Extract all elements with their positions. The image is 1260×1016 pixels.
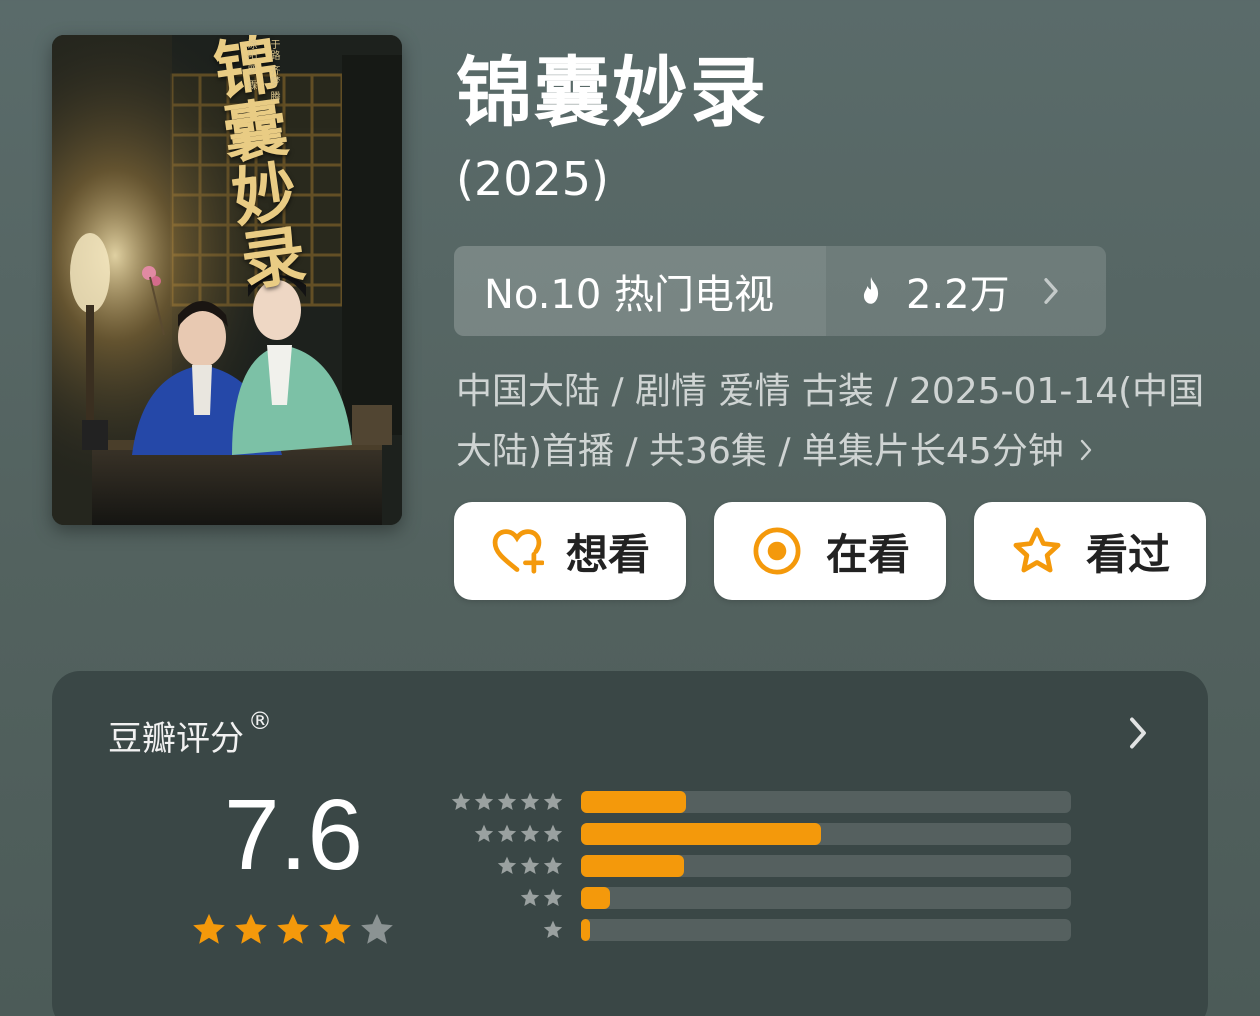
star-filled-icon <box>235 913 267 944</box>
distribution-track <box>581 791 1071 813</box>
distribution-row-1-star <box>440 919 1072 941</box>
poster-cast: 涂阳 罗 霖 于路 齐梦 腾 <box>243 39 386 102</box>
target-icon <box>753 527 801 575</box>
distribution-track <box>581 823 1071 845</box>
distribution-stars <box>542 919 564 941</box>
watching-label: 在看 <box>825 529 910 579</box>
watched-label: 看过 <box>1085 529 1170 579</box>
heat-count: 2.2万 <box>906 272 1010 318</box>
fire-icon <box>863 276 879 304</box>
distribution-bar-5-star <box>581 791 687 813</box>
star-small-icon <box>520 824 540 842</box>
star-small-icon <box>543 920 563 938</box>
star-small-icon <box>543 888 563 906</box>
distribution-bar-2-star <box>581 887 611 909</box>
movie-info-link[interactable]: 中国大陆 / 剧情 爱情 古装 / 2025-01-14(中国大陆)首播 / 共… <box>456 362 1216 482</box>
star-small-icon <box>520 888 540 906</box>
rating-score: 7.6 <box>224 779 364 891</box>
distribution-row-3-star <box>440 855 1072 877</box>
watching-button[interactable]: 在看 <box>714 502 946 600</box>
rank-label[interactable]: No.10 热门电视 <box>454 246 826 336</box>
chevron-right-icon <box>1080 439 1091 461</box>
star-small-icon <box>497 792 517 810</box>
star-small-icon <box>497 824 517 842</box>
star-filled-icon <box>319 913 351 944</box>
star-small-icon <box>520 792 540 810</box>
distribution-track <box>581 855 1071 877</box>
distribution-bar-4-star <box>581 823 822 845</box>
poster-image[interactable]: 锦囊妙录 涂阳 罗 霖 于路 齐梦 腾 <box>52 35 402 525</box>
distribution-track <box>581 919 1071 941</box>
distribution-stars <box>496 855 564 877</box>
distribution-row-5-star <box>440 791 1072 813</box>
want-to-watch-button[interactable]: 想看 <box>454 502 686 600</box>
rating-label: 豆瓣评分 ® <box>108 707 272 760</box>
poster-cast-left: 涂阳 罗 霖 <box>245 39 256 92</box>
star-small-icon <box>474 824 494 842</box>
heat-button[interactable]: 2.2万 <box>826 246 1106 336</box>
star-small-icon <box>451 792 471 810</box>
distribution-row-4-star <box>440 823 1072 845</box>
star-empty-icon <box>361 913 393 944</box>
star-small-icon <box>543 824 563 842</box>
want-label: 想看 <box>565 529 650 579</box>
chevron-right-icon <box>1044 278 1058 304</box>
star-small-icon <box>497 856 517 874</box>
star-small-icon <box>520 856 540 874</box>
page-title: 锦囊妙录 <box>456 48 768 137</box>
poster-cast-right: 于路 齐梦 腾 <box>268 39 279 103</box>
star-small-icon <box>474 792 494 810</box>
chevron-right-icon[interactable] <box>1126 715 1150 751</box>
distribution-stars <box>450 791 564 813</box>
star-small-icon <box>543 856 563 874</box>
release-year: (2025) <box>456 152 609 206</box>
distribution-bar-1-star <box>581 919 590 941</box>
rating-label-text: 豆瓣评分 <box>108 719 244 759</box>
star-filled-icon <box>277 913 309 944</box>
rating-card[interactable]: 豆瓣评分 ® 7.6 <box>52 671 1208 1016</box>
heart-plus-icon <box>492 529 544 574</box>
star-filled-icon <box>193 913 225 944</box>
star-outline-icon <box>1013 527 1061 573</box>
rating-stars <box>190 911 396 949</box>
distribution-bar-3-star <box>581 855 684 877</box>
distribution-row-2-star <box>440 887 1072 909</box>
distribution-track <box>581 887 1071 909</box>
distribution-stars <box>519 887 564 909</box>
watched-button[interactable]: 看过 <box>974 502 1206 600</box>
rank-bar[interactable]: No.10 热门电视 2.2万 <box>454 246 1106 336</box>
star-small-icon <box>543 792 563 810</box>
distribution-stars <box>473 823 564 845</box>
registered-mark: ® <box>248 707 272 735</box>
